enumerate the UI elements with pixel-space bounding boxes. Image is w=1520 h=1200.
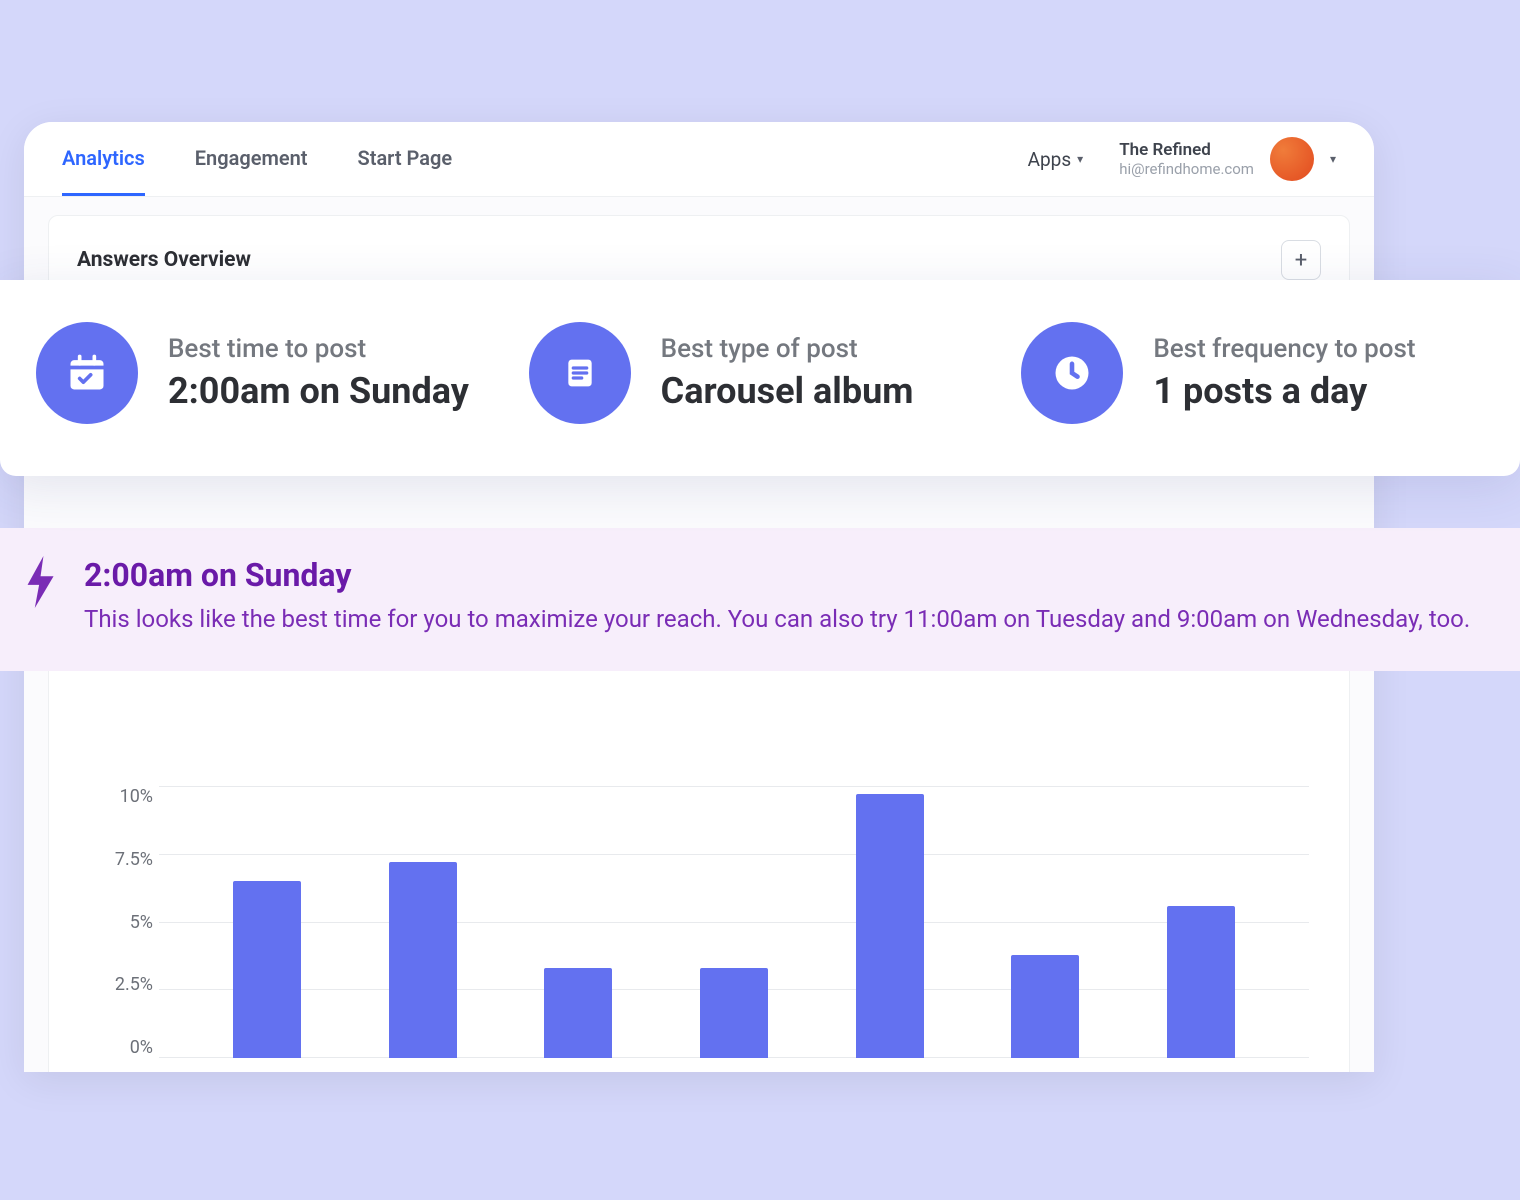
engagement-chart: 10%7.5%5%2.5%0% MTWTFSS — [159, 786, 1309, 1072]
topbar: Analytics Engagement Start Page Apps ▾ T… — [24, 122, 1374, 197]
insight-title: 2:00am on Sunday — [84, 556, 1470, 594]
user-email: hi@refindhome.com — [1119, 160, 1254, 178]
chart-bar — [856, 794, 924, 1058]
lightning-icon — [24, 556, 60, 612]
chevron-down-icon: ▾ — [1077, 152, 1083, 166]
user-name: The Refined — [1119, 140, 1254, 160]
stat-best-time: Best time to post 2:00am on Sunday — [36, 322, 499, 424]
stat-label: Best time to post — [168, 334, 469, 364]
chart-card: 10%7.5%5%2.5%0% MTWTFSS — [48, 655, 1350, 1072]
stat-value: 1 posts a day — [1153, 370, 1415, 412]
tabs: Analytics Engagement Start Page — [62, 122, 452, 196]
user-menu[interactable]: The Refined hi@refindhome.com ▾ — [1119, 137, 1336, 181]
y-tick: 2.5% — [93, 974, 153, 995]
tab-start-page[interactable]: Start Page — [358, 122, 453, 196]
y-tick: 10% — [93, 786, 153, 807]
chevron-down-icon: ▾ — [1330, 152, 1336, 166]
y-tick: 0% — [93, 1037, 153, 1058]
document-icon — [529, 322, 631, 424]
clock-icon — [1021, 322, 1123, 424]
stat-value: Carousel album — [661, 370, 914, 412]
calendar-icon — [36, 322, 138, 424]
add-button[interactable]: + — [1281, 240, 1321, 280]
chart-bar — [544, 968, 612, 1058]
stat-best-frequency: Best frequency to post 1 posts a day — [1021, 322, 1484, 424]
stat-label: Best type of post — [661, 334, 914, 364]
stat-value: 2:00am on Sunday — [168, 370, 469, 412]
plus-icon: + — [1295, 248, 1307, 273]
stat-label: Best frequency to post — [1153, 334, 1415, 364]
card-title: Answers Overview — [77, 248, 251, 272]
insight-body: This looks like the best time for you to… — [84, 602, 1470, 637]
chart-bar — [233, 881, 301, 1058]
chart-bar — [700, 968, 768, 1058]
insight-strip: 2:00am on Sunday This looks like the bes… — [0, 528, 1520, 671]
y-tick: 5% — [93, 912, 153, 933]
tab-analytics[interactable]: Analytics — [62, 122, 145, 196]
avatar — [1270, 137, 1314, 181]
stat-best-type: Best type of post Carousel album — [529, 322, 992, 424]
tab-engagement[interactable]: Engagement — [195, 122, 308, 196]
chart-bar — [389, 862, 457, 1058]
stats-strip: Best time to post 2:00am on Sunday Best … — [0, 280, 1520, 476]
y-tick: 7.5% — [93, 849, 153, 870]
apps-label: Apps — [1028, 148, 1072, 171]
apps-dropdown[interactable]: Apps ▾ — [1028, 148, 1084, 171]
chart-bar — [1011, 955, 1079, 1058]
chart-bar — [1167, 906, 1235, 1058]
